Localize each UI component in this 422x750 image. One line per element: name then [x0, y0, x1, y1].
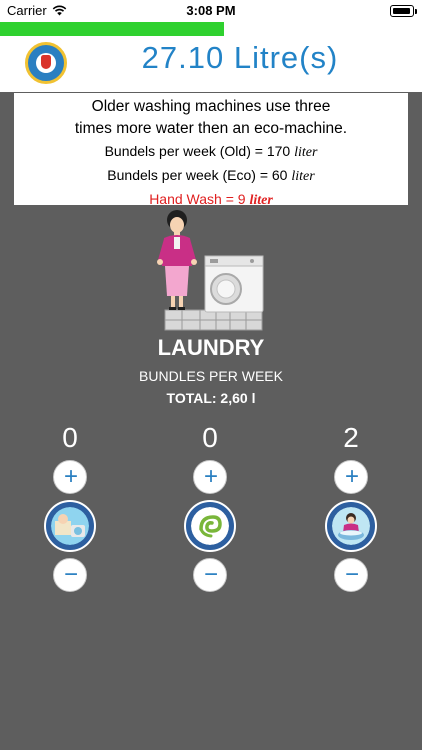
app-header: 27.10 Litre(s) [0, 36, 422, 92]
old-machine-unit: liter [294, 145, 318, 160]
decrement-button[interactable]: − [193, 558, 227, 592]
plus-icon: + [63, 463, 78, 490]
minus-icon: − [203, 561, 218, 588]
battery-icon [390, 5, 417, 17]
increment-button[interactable]: + [53, 460, 87, 494]
decrement-button[interactable]: − [334, 558, 368, 592]
plus-icon: + [203, 463, 218, 490]
counter-value: 2 [343, 422, 359, 453]
increment-button[interactable]: + [193, 460, 227, 494]
counter-value: 0 [202, 422, 218, 453]
hand-wash-icon[interactable] [325, 500, 377, 552]
old-machine-info: Bundels per week (Old) = 170 liter [14, 140, 408, 164]
counter-value: 0 [62, 422, 78, 453]
eco-machine-unit: liter [291, 169, 315, 184]
laundry-illustration [157, 210, 264, 331]
counter-hand-wash: 2 + − [321, 420, 381, 592]
water-total-title: 27.10 Litre(s) [141, 40, 339, 75]
counter-eco-machine: 0 + − [180, 420, 240, 592]
app-logo-icon[interactable] [25, 42, 67, 84]
status-time: 3:08 PM [186, 3, 236, 18]
counter-old-machine: 0 + − [40, 420, 100, 592]
old-washing-machine-icon[interactable] [44, 500, 96, 552]
minus-icon: − [63, 561, 78, 588]
eco-machine-text: Bundels per week (Eco) = 60 [107, 167, 288, 183]
info-text-line1: Older washing machines use three [91, 98, 331, 115]
water-progress-fill [0, 22, 224, 36]
section-title: LAUNDRY [157, 335, 265, 360]
status-bar: Carrier 3:08 PM [0, 0, 422, 22]
section-total: TOTAL: 2,60 l [166, 390, 256, 406]
eco-machine-info: Bundels per week (Eco) = 60 liter [14, 164, 408, 188]
info-panel: Older washing machines use three times m… [14, 93, 408, 208]
hand-wash-text: Hand Wash = 9 [149, 191, 246, 207]
decrement-button[interactable]: − [53, 558, 87, 592]
water-progress-bar [0, 22, 422, 36]
info-text-line2: times more water then an eco-machine. [74, 120, 348, 137]
plus-icon: + [344, 463, 359, 490]
minus-icon: − [344, 561, 359, 588]
increment-button[interactable]: + [334, 460, 368, 494]
section-subtitle: BUNDLES PER WEEK [139, 368, 283, 384]
eco-machine-icon[interactable] [184, 500, 236, 552]
old-machine-text: Bundels per week (Old) = 170 [104, 143, 291, 159]
